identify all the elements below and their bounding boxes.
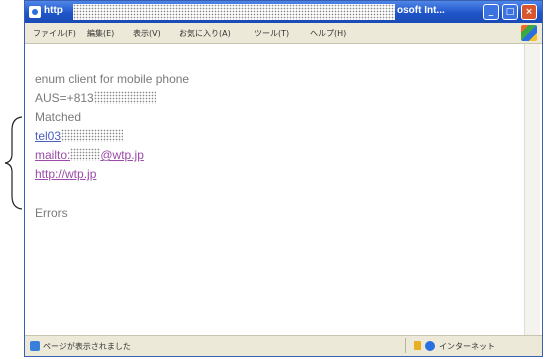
menu-help[interactable]: ヘルプ(H) <box>310 28 346 39</box>
aus-number-prefix: AUS=+813 <box>35 91 94 105</box>
menu-view[interactable]: 表示(V) <box>133 28 161 39</box>
menu-favorites[interactable]: お気に入り(A) <box>179 28 231 39</box>
http-link[interactable]: http://wtp.jp <box>35 167 96 181</box>
lock-icon <box>414 341 421 350</box>
internet-zone-icon <box>425 341 435 351</box>
matched-label: Matched <box>35 110 82 124</box>
page-heading: enum client for mobile phone <box>35 72 190 86</box>
page-done-icon <box>30 341 40 351</box>
errors-label: Errors <box>35 206 68 220</box>
minimize-button[interactable]: _ <box>483 4 499 20</box>
title-bar[interactable]: http osoft Int... _ □ × <box>25 1 542 23</box>
window-title-end: osoft Int... <box>397 5 445 16</box>
ie-icon <box>29 6 41 18</box>
window-title-start: http <box>44 5 63 16</box>
tel-link[interactable]: tel03 <box>35 129 61 143</box>
menu-edit[interactable]: 編集(E) <box>87 28 114 39</box>
menu-bar: ファイル(F) 編集(E) 表示(V) お気に入り(A) ツール(T) ヘルプ(… <box>25 23 542 44</box>
status-message: ページが表示されました <box>43 342 131 351</box>
mailto-domain[interactable]: @wtp.jp <box>100 148 144 162</box>
curly-brace <box>4 116 23 210</box>
aus-line: AUS=+813 <box>35 91 156 105</box>
page-content: enum client for mobile phone AUS=+813 Ma… <box>27 44 525 336</box>
menu-file[interactable]: ファイル(F) <box>33 28 76 39</box>
mailto-link[interactable]: mailto: <box>35 148 70 162</box>
security-zone-label: インターネット <box>439 342 495 351</box>
tel-line: tel03 <box>35 129 124 143</box>
redacted-mail-user <box>70 148 101 161</box>
redacted-title <box>73 4 395 20</box>
close-button[interactable]: × <box>521 4 537 20</box>
redacted-number <box>93 91 156 104</box>
redacted-tel <box>61 129 124 142</box>
status-divider <box>405 338 406 353</box>
mailto-line: mailto: @wtp.jp <box>35 148 144 162</box>
vertical-scrollbar[interactable] <box>524 44 540 336</box>
status-bar: ページが表示されました インターネット <box>25 335 542 356</box>
http-line: http://wtp.jp <box>35 167 96 181</box>
maximize-button[interactable]: □ <box>502 4 518 20</box>
menu-tools[interactable]: ツール(T) <box>254 28 289 39</box>
browser-window: http osoft Int... _ □ × ファイル(F) 編集(E) 表示… <box>24 0 543 357</box>
windows-logo-icon <box>521 25 537 41</box>
